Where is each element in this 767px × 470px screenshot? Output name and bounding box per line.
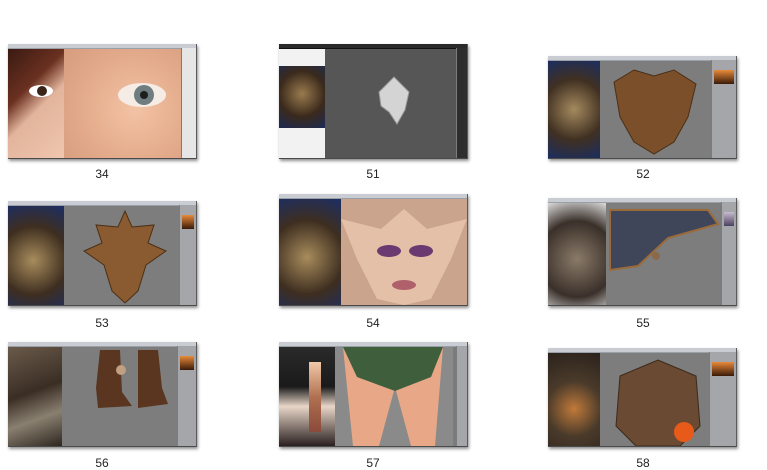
color-gradient — [714, 70, 734, 84]
helmet-texture-icon — [613, 69, 697, 155]
helmet-texture-icon — [82, 209, 168, 304]
reference-armor-image — [548, 353, 600, 446]
thumbnail-label: 52 — [636, 167, 650, 181]
tool-panel — [709, 352, 736, 446]
tool-panel — [177, 346, 196, 446]
reference-boot-image — [8, 347, 62, 446]
thumbnail-label: 55 — [636, 316, 650, 330]
shoulder-plate-texture-icon — [609, 209, 720, 272]
color-gradient — [724, 212, 734, 226]
thumbnail-image-57[interactable] — [279, 342, 468, 447]
reference-armor-image — [8, 206, 64, 305]
thumbnail-label: 56 — [95, 456, 109, 470]
reference-face-image — [8, 49, 64, 158]
thumbnail-image-53[interactable] — [8, 201, 197, 306]
thumbnail-image-52[interactable] — [548, 56, 737, 159]
armor-texture-icon — [615, 359, 701, 446]
thumbnail-label: 54 — [366, 316, 380, 330]
thumbnail-image-55[interactable] — [548, 198, 737, 306]
thumbnail-label: 57 — [366, 456, 380, 470]
tool-panel — [711, 60, 736, 158]
sculpt-model-icon — [378, 76, 410, 125]
thumbnail-image-58[interactable] — [548, 348, 737, 447]
reference-eye-icon — [29, 85, 53, 97]
boots-model-icon — [96, 350, 168, 408]
body-texture-icon — [343, 347, 443, 446]
thumbnail-label: 58 — [636, 456, 650, 470]
color-swatch-strip — [309, 362, 321, 432]
reference-character-image — [279, 347, 335, 446]
reference-armor-image — [548, 203, 606, 305]
thumbnail-image-54[interactable] — [279, 194, 468, 306]
tool-panel — [179, 205, 196, 305]
thumbnail-label: 34 — [95, 167, 109, 181]
color-gradient — [182, 215, 194, 229]
reference-armor-image — [279, 199, 341, 305]
thumbnail-label: 53 — [95, 316, 109, 330]
tool-panel — [456, 346, 467, 446]
reference-armor-image — [548, 61, 600, 158]
tool-panel — [456, 48, 467, 158]
thumbnail-image-56[interactable] — [8, 342, 197, 447]
thumbnail-image-51[interactable] — [279, 44, 468, 159]
thumbnail-image-34[interactable] — [8, 44, 197, 159]
painted-eye-icon — [118, 83, 166, 107]
demon-face-texture-icon — [341, 209, 467, 305]
color-gradient — [180, 356, 194, 370]
reference-armor-image — [279, 66, 325, 128]
tool-panel — [721, 202, 736, 305]
tool-panel — [181, 48, 196, 158]
thumbnail-label: 51 — [366, 167, 380, 181]
color-gradient — [712, 362, 734, 376]
